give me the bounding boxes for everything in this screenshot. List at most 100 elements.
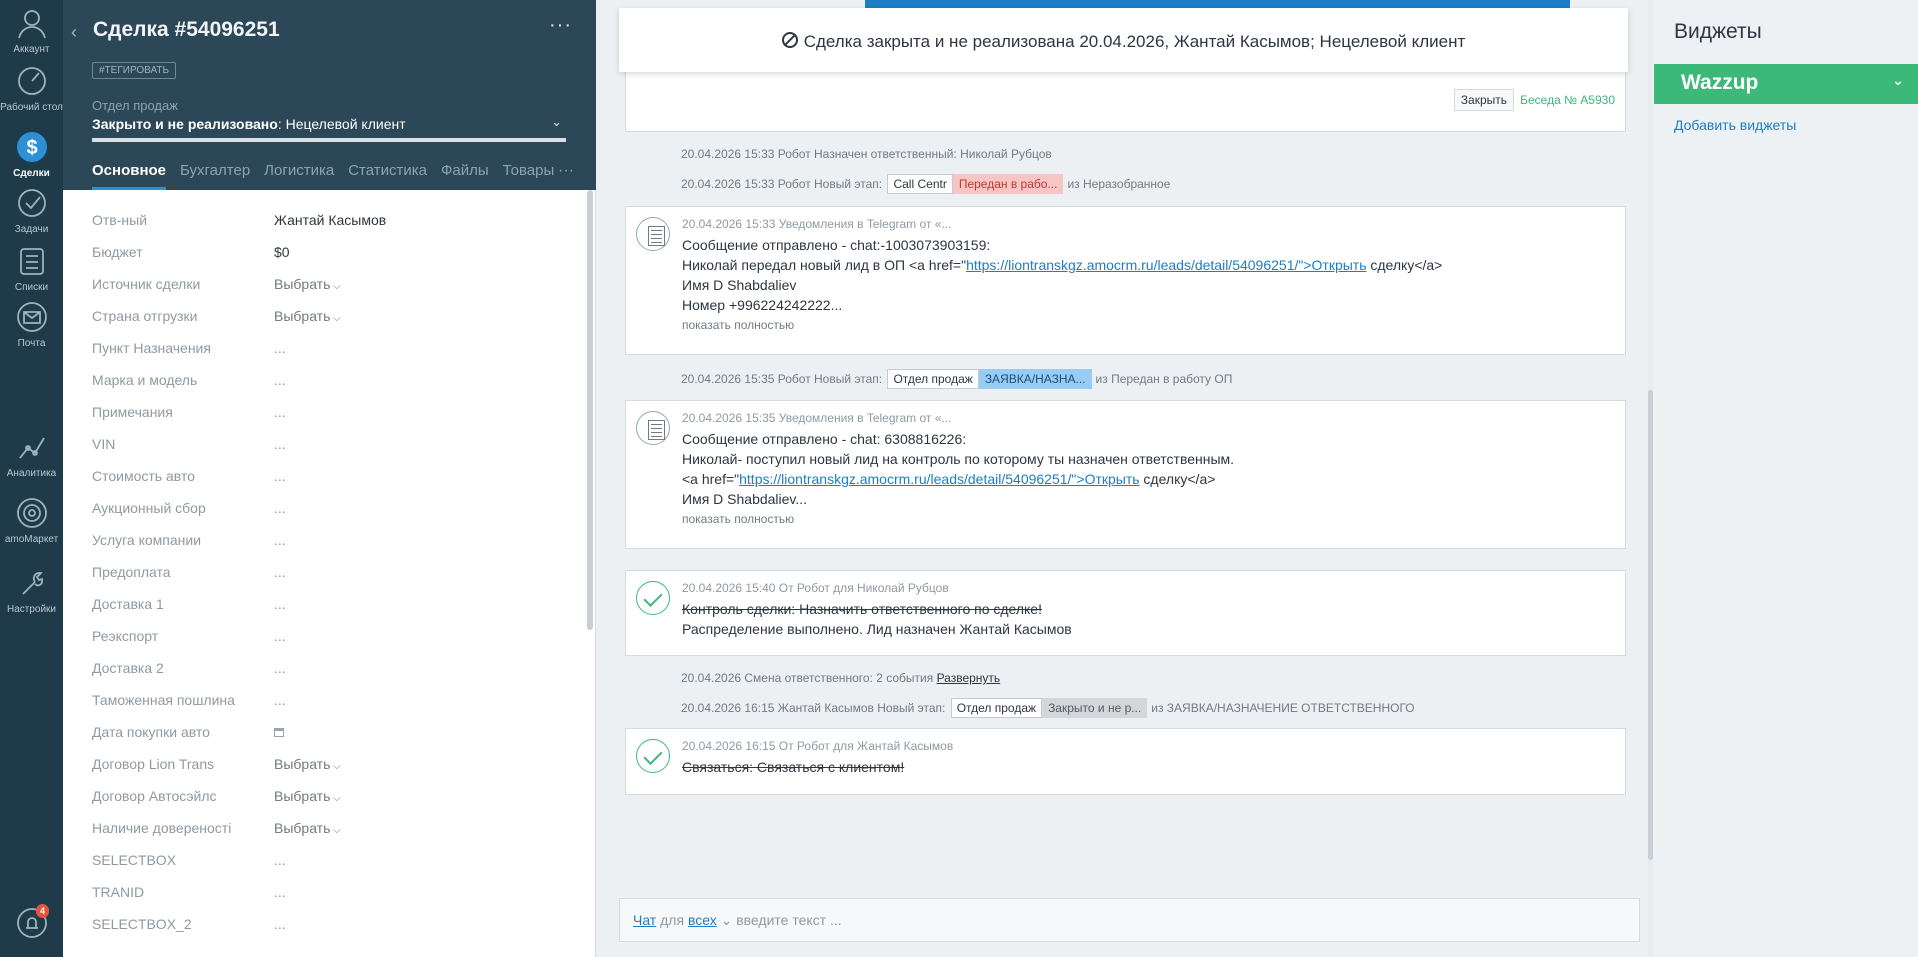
nav-analytics[interactable]: Аналитика [0,430,63,480]
chat-type-link[interactable]: Чат [633,912,656,928]
field-input[interactable]: ... [274,596,286,612]
back-chevron-icon[interactable]: ‹ [71,22,77,43]
date-picker[interactable] [274,724,284,740]
field-contract-lion-trans[interactable]: Договор Lion Trans Выбрать [92,750,572,782]
dashboard-icon [17,67,46,95]
chevron-down-icon[interactable]: ⌄ [721,912,733,928]
note-line: Николай передал новый лид в ОП <a href="… [682,255,1442,275]
chat-link[interactable]: Беседа № A5930 [1520,93,1615,107]
nav-lists[interactable]: Списки [0,244,63,294]
field-selectbox-2[interactable]: SELECTBOX_2... [92,910,572,942]
field-input[interactable]: ... [274,564,286,580]
field-input[interactable]: ... [274,500,286,516]
field-purchase-date[interactable]: Дата покупки авто [92,718,572,750]
check-circle-icon [636,581,670,615]
field-prepayment[interactable]: Предоплата... [92,558,572,590]
select-dropdown[interactable]: Выбрать [274,788,341,804]
field-auction-fee[interactable]: Аукционный сбор... [92,494,572,526]
field-deal-source[interactable]: Источник сделки Выбрать [92,270,572,302]
card-tabs: Основное Бухгалтер Логистика Статистика Файл… [92,162,572,190]
field-company-service[interactable]: Услуга компании... [92,526,572,558]
tab-statistics[interactable]: Статистика [348,162,427,190]
field-power-of-attorney[interactable]: Наличие довереності Выбрать [92,814,572,846]
field-input[interactable]: ... [274,532,286,548]
nav-mail[interactable]: Почта [0,300,63,350]
field-label: Наличие довереності [92,820,232,836]
field-notes[interactable]: Примечания... [92,398,572,430]
field-input[interactable]: ... [274,340,286,356]
close-button[interactable]: Закрыть [1453,89,1514,111]
top-action-strip[interactable] [865,0,1570,8]
field-make-model[interactable]: Марка и модель... [92,366,572,398]
nav-market[interactable]: amoМаркет [0,496,63,546]
field-delivery-1[interactable]: Доставка 1... [92,590,572,622]
field-input[interactable]: ... [274,852,286,868]
tab-logistics[interactable]: Логистика [264,162,334,190]
field-input[interactable]: ... [274,916,286,932]
field-input[interactable]: ... [274,372,286,388]
select-dropdown[interactable]: Выбрать [274,276,341,292]
chevron-down-icon[interactable]: ⌄ [551,114,562,130]
tab-products[interactable]: Товары [503,162,555,190]
event-from: из Передан в работу ОП [1095,372,1233,386]
card-scrollbar[interactable] [587,190,593,630]
field-customs-duty[interactable]: Таможенная пошлина... [92,686,572,718]
field-contract-autosales[interactable]: Договор Автосэйлс Выбрать [92,782,572,814]
composer-for: для [660,912,685,928]
field-shipping-country[interactable]: Страна отгрузки Выбрать [92,302,572,334]
field-input[interactable]: ... [274,660,286,676]
field-input[interactable]: ... [274,436,286,452]
field-label: Примечания [92,404,173,420]
nav-tasks[interactable]: Задачи [0,186,63,236]
nav-dashboard[interactable]: Рабочий стол [0,64,63,114]
field-tranid[interactable]: TRANID... [92,878,572,910]
tab-accounting[interactable]: Бухгалтер [180,162,250,190]
field-reexport[interactable]: Реэкспорт... [92,622,572,654]
budget-input[interactable]: $0 [274,244,290,260]
task-title: Связаться: Связаться с клиентом! [682,759,905,775]
field-car-price[interactable]: Стоимость авто... [92,462,572,494]
chevron-down-icon[interactable]: ⌄ [1892,72,1904,89]
status-selector[interactable]: Закрыто и не реализовано: Нецелевой клие… [92,116,406,132]
tasks-icon [17,189,46,217]
field-value[interactable]: Жантай Касымов [274,212,386,228]
lead-link[interactable]: https://liontranskgz.amocrm.ru/leads/det… [966,257,1366,273]
field-input[interactable]: ... [274,628,286,644]
nav-deals[interactable]: $ Сделки [0,130,63,180]
more-options-icon[interactable]: ··· [549,14,572,37]
message-composer[interactable]: Чат для всех ⌄ введите текст ... [619,898,1640,942]
add-widgets-link[interactable]: Добавить виджеты [1674,117,1796,133]
nav-account[interactable]: Аккаунт [0,6,63,56]
analytics-icon [18,437,45,459]
field-responsible[interactable]: Отв-ный Жантай Касымов [92,206,572,238]
select-dropdown[interactable]: Выбрать [274,756,341,772]
tabs-more-icon[interactable]: ··· [558,162,574,180]
wazzup-widget[interactable]: Wazzup ⌄ [1654,64,1918,104]
show-full-link[interactable]: показать полностью [682,509,1234,529]
field-destination[interactable]: Пункт Назначения... [92,334,572,366]
lead-link[interactable]: https://liontranskgz.amocrm.ru/leads/det… [739,471,1139,487]
nav-label: Аккаунт [13,44,50,55]
nav-notifications[interactable]: 4 [0,904,63,944]
note-line: Имя D Shabdaliev... [682,491,808,507]
field-selectbox[interactable]: SELECTBOX... [92,846,572,878]
field-input[interactable]: ... [274,884,286,900]
tab-main[interactable]: Основное [92,162,167,190]
field-input[interactable]: ... [274,468,286,484]
select-dropdown[interactable]: Выбрать [274,820,341,836]
select-dropdown[interactable]: Выбрать [274,308,341,324]
tab-files[interactable]: Файлы [441,162,489,190]
lists-icon [19,248,44,275]
field-input[interactable]: ... [274,404,286,420]
message-input[interactable]: введите текст ... [736,912,841,928]
tag-button[interactable]: #ТЕГИРОВАТЬ [92,62,177,79]
field-delivery-2[interactable]: Доставка 2... [92,654,572,686]
calendar-icon[interactable] [274,728,284,737]
field-input[interactable]: ... [274,692,286,708]
nav-settings[interactable]: Настройки [0,566,63,616]
recipient-link[interactable]: всех [688,912,717,928]
expand-link[interactable]: Развернуть [937,671,1001,685]
show-full-link[interactable]: показать полностью [682,315,1442,335]
field-vin[interactable]: VIN... [92,430,572,462]
field-budget[interactable]: Бюджет $0 [92,238,572,270]
